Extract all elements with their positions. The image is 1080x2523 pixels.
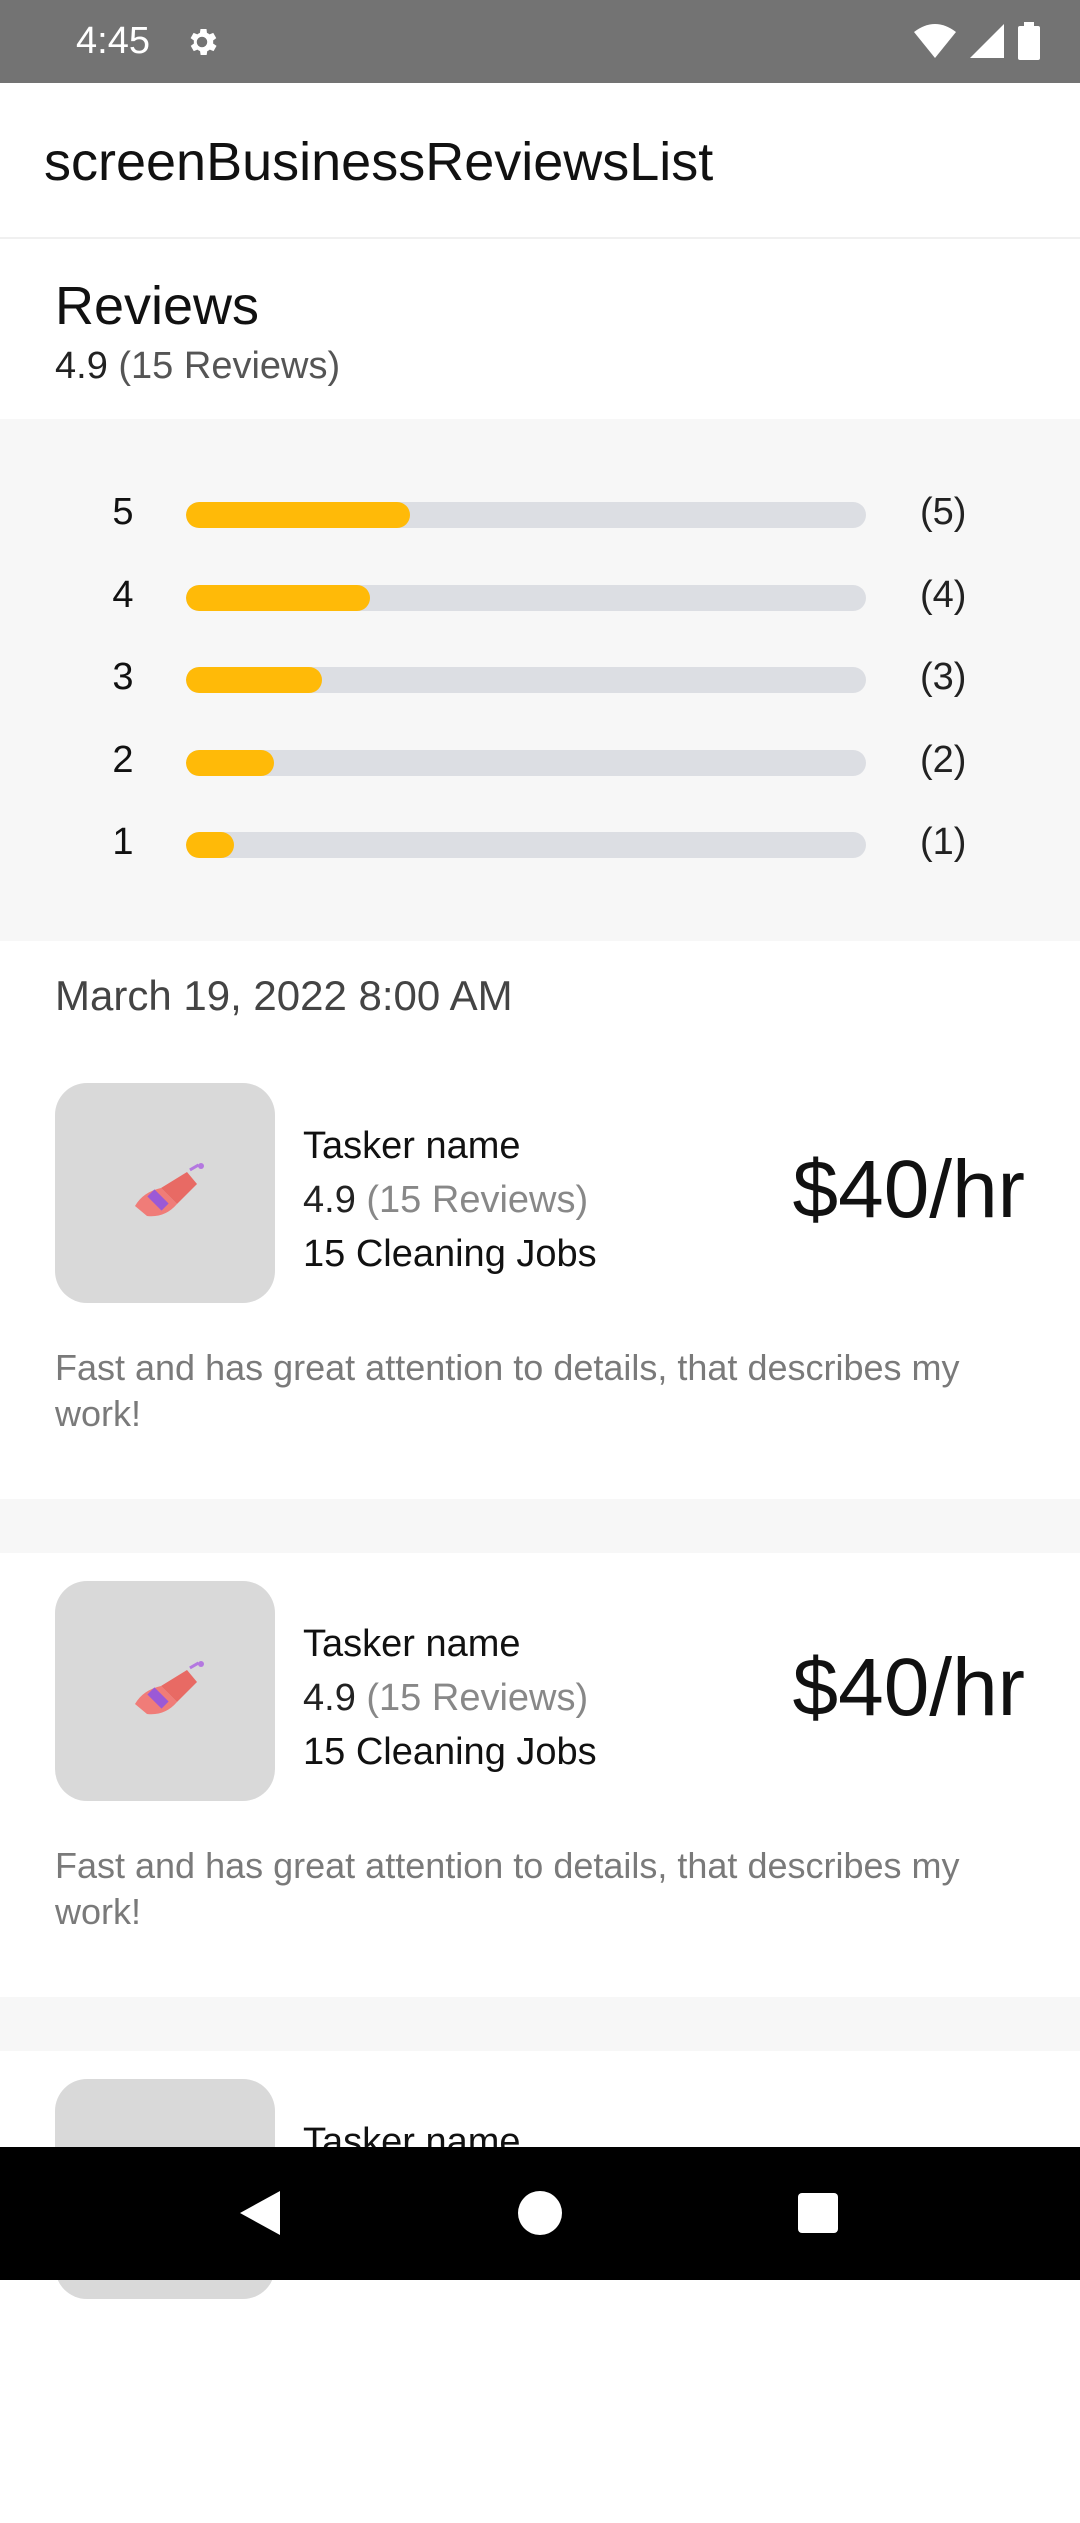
rating-bar-fill: [186, 502, 411, 528]
rating-bar-fill: [186, 749, 275, 776]
battery-icon: [1018, 22, 1040, 60]
tasker-name: Tasker name: [303, 1623, 521, 1665]
status-bar: 4:45: [0, 0, 1080, 83]
review-card[interactable]: Tasker name: [0, 2079, 1080, 2523]
signal-icon: [970, 24, 1004, 58]
review-comment: Fast and has great attention to details,…: [55, 1347, 960, 1434]
rating-bar-track: [186, 584, 866, 611]
rating-row-5: 5 (5): [0, 485, 1080, 545]
reviews-header: Reviews 4.9 (15 Reviews): [0, 239, 1080, 419]
average-rating: 4.9: [55, 345, 108, 387]
rating-row-3: 3 (3): [0, 650, 1080, 710]
tasker-info: Tasker name 4.9 (15 Reviews) 15 Cleaning…: [303, 1617, 597, 1779]
tasker-reviews-count: (15 Reviews): [366, 1677, 589, 1719]
review-date: March 19, 2022 8:00 AM: [55, 972, 513, 1019]
gear-icon: [190, 28, 217, 56]
rating-count: (1): [920, 821, 967, 863]
brush-icon: [135, 1163, 204, 1217]
rating-star-label: 4: [112, 573, 134, 616]
tasker-jobs: 15 Cleaning Jobs: [303, 1731, 597, 1773]
rating-star-label: 3: [112, 656, 134, 698]
rating-row-4: 4 (4): [0, 568, 1080, 628]
brush-icon: [135, 1661, 204, 1715]
tasker-name: Tasker name: [303, 1125, 521, 1167]
rating-star-label: 1: [112, 821, 134, 863]
navigation-bar: [0, 2147, 1080, 2280]
tasker-reviews-count: (15 Reviews): [366, 1179, 589, 1221]
tasker-rating: 4.9 (15 Reviews): [303, 1173, 597, 1227]
app-title: screenBusinessReviewsList: [44, 132, 714, 192]
rating-bar-track: [186, 667, 866, 693]
review-comment: Fast and has great attention to details,…: [55, 1845, 960, 1932]
rating-row-2: 2 (2): [0, 733, 1080, 793]
rating-bar-track: [186, 502, 866, 528]
rating-star-label: 5: [112, 491, 134, 533]
tasker-avatar: [55, 1083, 275, 1303]
rating-count: (5): [920, 491, 967, 533]
rating-distribution: 5 (5) 4 (4) 3 (3) 2 (2) 1 (1): [0, 419, 1080, 941]
tasker-info: Tasker name 4.9 (15 Reviews) 15 Cleaning…: [303, 1119, 597, 1281]
rating-row-1: 1 (1): [0, 815, 1080, 875]
home-icon[interactable]: [518, 2191, 562, 2235]
rating-bar-fill: [186, 667, 322, 693]
card-divider: [0, 1997, 1080, 2051]
tasker-rating-value: 4.9: [303, 1677, 356, 1719]
reviews-summary: 4.9 (15 Reviews): [55, 345, 340, 388]
rating-star-label: 2: [112, 738, 134, 781]
app-bar: screenBusinessReviewsList: [0, 83, 1080, 239]
reviews-count: (15 Reviews): [118, 345, 341, 387]
status-time: 4:45: [76, 20, 150, 62]
rating-bar-track: [186, 832, 866, 858]
rating-count: (3): [920, 656, 967, 698]
rating-bar-fill: [186, 584, 370, 611]
recents-icon[interactable]: [798, 2193, 838, 2233]
tasker-rating-value: 4.9: [303, 1179, 356, 1221]
rating-count: (2): [920, 738, 967, 781]
tasker-avatar: [55, 1581, 275, 1801]
tasker-rating: 4.9 (15 Reviews): [303, 1671, 597, 1725]
back-icon[interactable]: [240, 2191, 280, 2235]
wifi-icon: [914, 24, 956, 58]
reviews-title: Reviews: [55, 276, 260, 336]
tasker-price: $40/hr: [792, 1642, 1025, 1733]
review-card[interactable]: Tasker name 4.9 (15 Reviews) 15 Cleaning…: [0, 1083, 1080, 1527]
tasker-price: $40/hr: [792, 1144, 1025, 1235]
rating-bar-fill: [186, 832, 234, 858]
review-card[interactable]: Tasker name 4.9 (15 Reviews) 15 Cleaning…: [0, 1581, 1080, 2025]
card-divider: [0, 1499, 1080, 1553]
tasker-jobs: 15 Cleaning Jobs: [303, 1233, 597, 1275]
rating-count: (4): [920, 573, 967, 616]
rating-bar-track: [186, 749, 866, 776]
